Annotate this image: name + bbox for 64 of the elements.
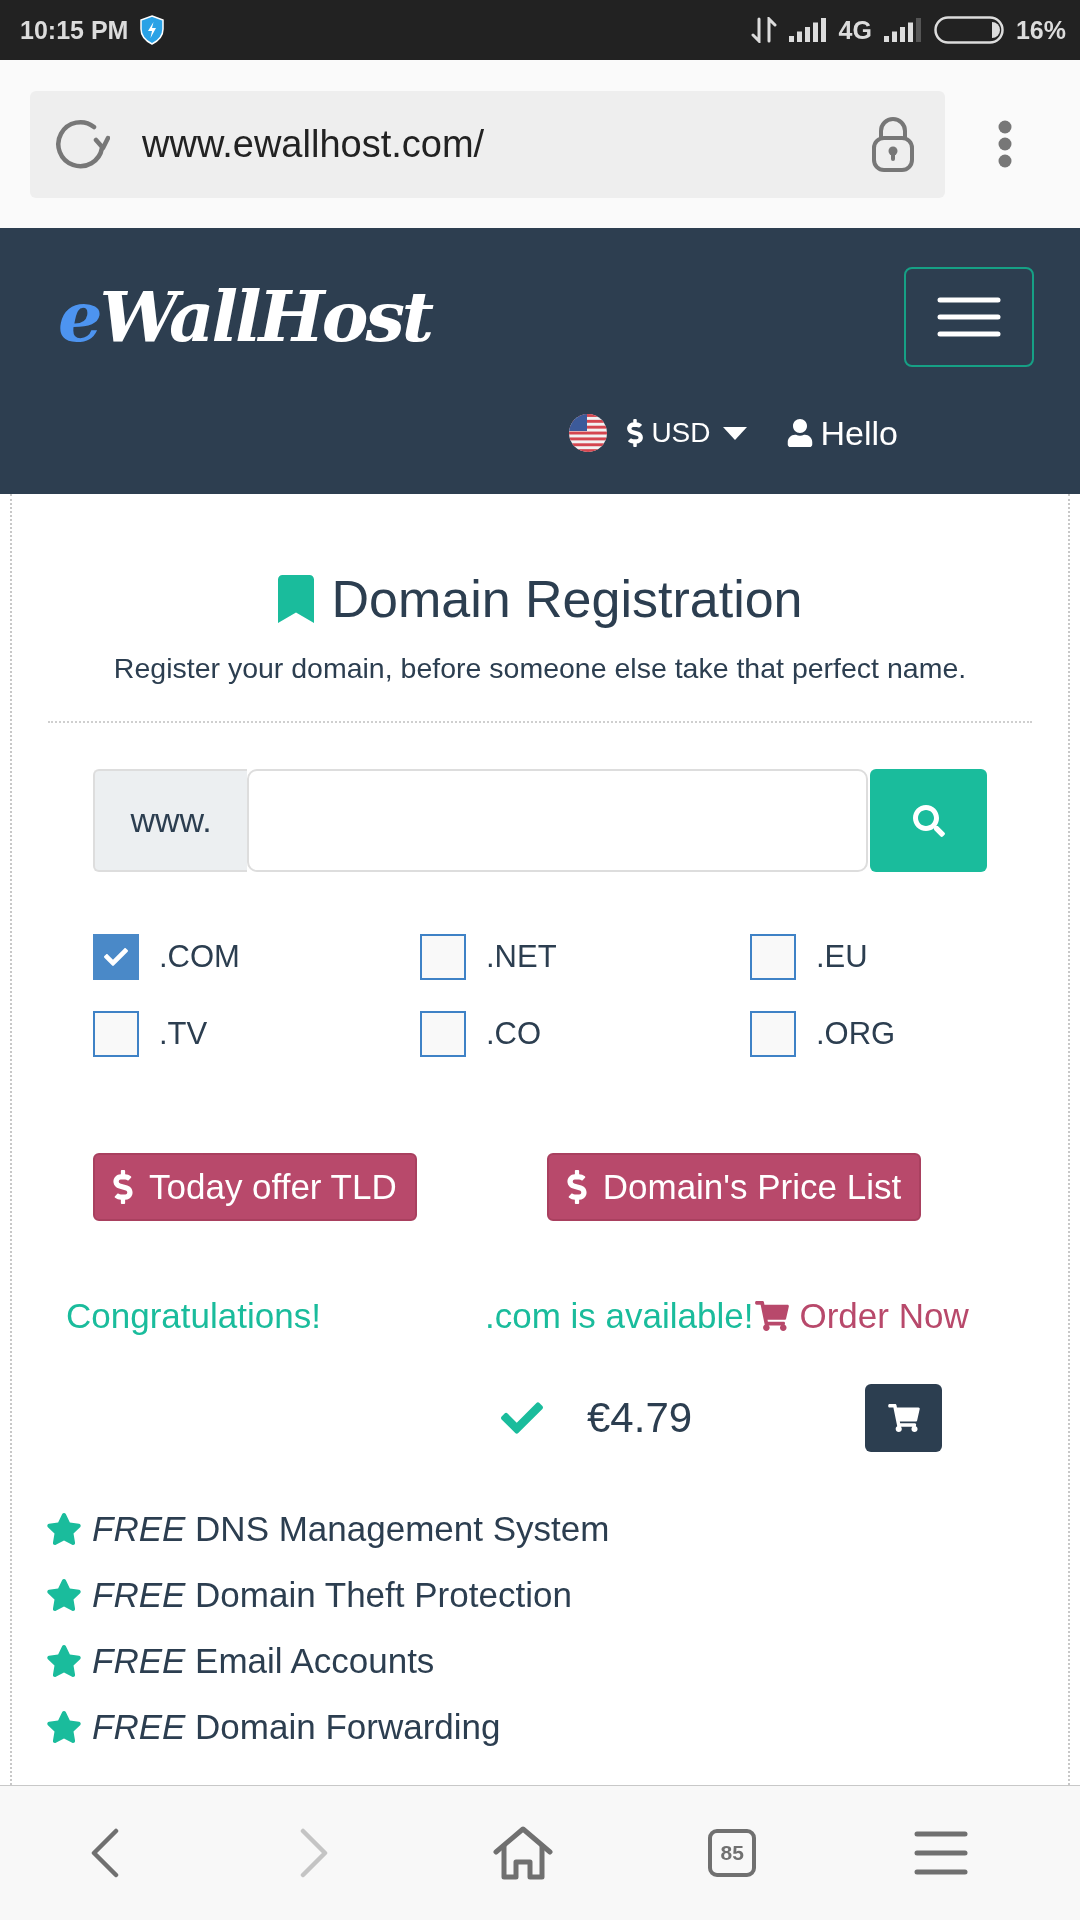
feature-text: FREE Domain Forwarding xyxy=(92,1707,501,1747)
search-button[interactable] xyxy=(870,769,987,872)
menu-icon xyxy=(937,297,1001,337)
extension-label[interactable]: .NET xyxy=(486,939,557,975)
star-icon xyxy=(46,1711,82,1743)
user-icon xyxy=(786,419,813,447)
signal-icon xyxy=(883,18,922,42)
checkbox[interactable] xyxy=(750,1011,796,1057)
more-options-icon[interactable] xyxy=(997,120,1013,168)
price-button[interactable]: Domain's Price List xyxy=(546,1153,922,1221)
add-to-cart-button[interactable] xyxy=(865,1384,942,1452)
extension-label[interactable]: .CO xyxy=(486,1016,542,1052)
cart-icon xyxy=(755,1301,790,1331)
feature-text: FREE Domain Theft Protection xyxy=(92,1575,572,1615)
shield-icon xyxy=(140,15,165,45)
price-button[interactable]: Today offer TLD xyxy=(93,1153,417,1221)
url-text[interactable]: www.ewallhost.com/ xyxy=(142,122,839,166)
network-type: 4G xyxy=(838,15,872,45)
menu-button[interactable] xyxy=(904,267,1034,367)
site-logo[interactable]: eWallHost xyxy=(58,282,432,352)
star-icon xyxy=(46,1645,82,1677)
cart-icon xyxy=(887,1404,920,1432)
reload-icon[interactable] xyxy=(54,118,110,170)
menu-icon[interactable] xyxy=(914,1831,969,1875)
back-icon[interactable] xyxy=(89,1828,120,1878)
dollar-icon xyxy=(113,1170,133,1204)
checkbox[interactable] xyxy=(93,934,139,980)
extension-label[interactable]: .COM xyxy=(159,939,240,975)
status-time: 10:15 PM xyxy=(20,15,129,45)
lock-icon[interactable] xyxy=(871,116,915,172)
checkbox[interactable] xyxy=(420,934,466,980)
availability-text: .com is available! xyxy=(485,1296,754,1336)
battery-percent: 16% xyxy=(1015,15,1066,45)
search-icon xyxy=(912,804,945,837)
checkbox[interactable] xyxy=(750,934,796,980)
extension-label[interactable]: .TV xyxy=(159,1016,208,1052)
domain-input[interactable] xyxy=(247,769,868,872)
address-bar[interactable]: www.ewallhost.com/ xyxy=(30,90,945,198)
caret-icon[interactable] xyxy=(722,426,747,440)
feature-text: FREE Email Accounts xyxy=(92,1641,435,1681)
signal-icon xyxy=(788,18,827,42)
extension-label[interactable]: .EU xyxy=(816,939,868,975)
star-icon xyxy=(46,1579,82,1611)
star-icon xyxy=(46,1513,82,1545)
bookmark-icon xyxy=(277,575,316,623)
dollar-icon xyxy=(566,1170,587,1204)
feature-text: FREE DNS Management System xyxy=(92,1509,610,1549)
flag-icon xyxy=(569,414,608,452)
currency-label[interactable]: USD xyxy=(651,417,711,449)
battery-icon xyxy=(933,16,1004,44)
page-subtitle: Register your domain, before someone else take that perfect name. xyxy=(112,652,968,685)
dollar-icon xyxy=(627,419,644,447)
account-link[interactable]: Hello xyxy=(820,413,898,453)
order-link[interactable]: Order Now xyxy=(799,1296,969,1336)
page-title: Domain Registration xyxy=(331,569,803,629)
domain-price: €4.79 xyxy=(587,1394,694,1442)
checkbox[interactable] xyxy=(93,1011,139,1057)
extension-label[interactable]: .ORG xyxy=(816,1016,896,1052)
checkbox[interactable] xyxy=(420,1011,466,1057)
checkmark-icon xyxy=(102,945,130,969)
success-message: Congratulations! xyxy=(66,1296,322,1336)
tabs-button[interactable]: 85 xyxy=(708,1829,757,1877)
home-icon[interactable] xyxy=(493,1826,553,1880)
input-prefix: www. xyxy=(93,769,247,872)
